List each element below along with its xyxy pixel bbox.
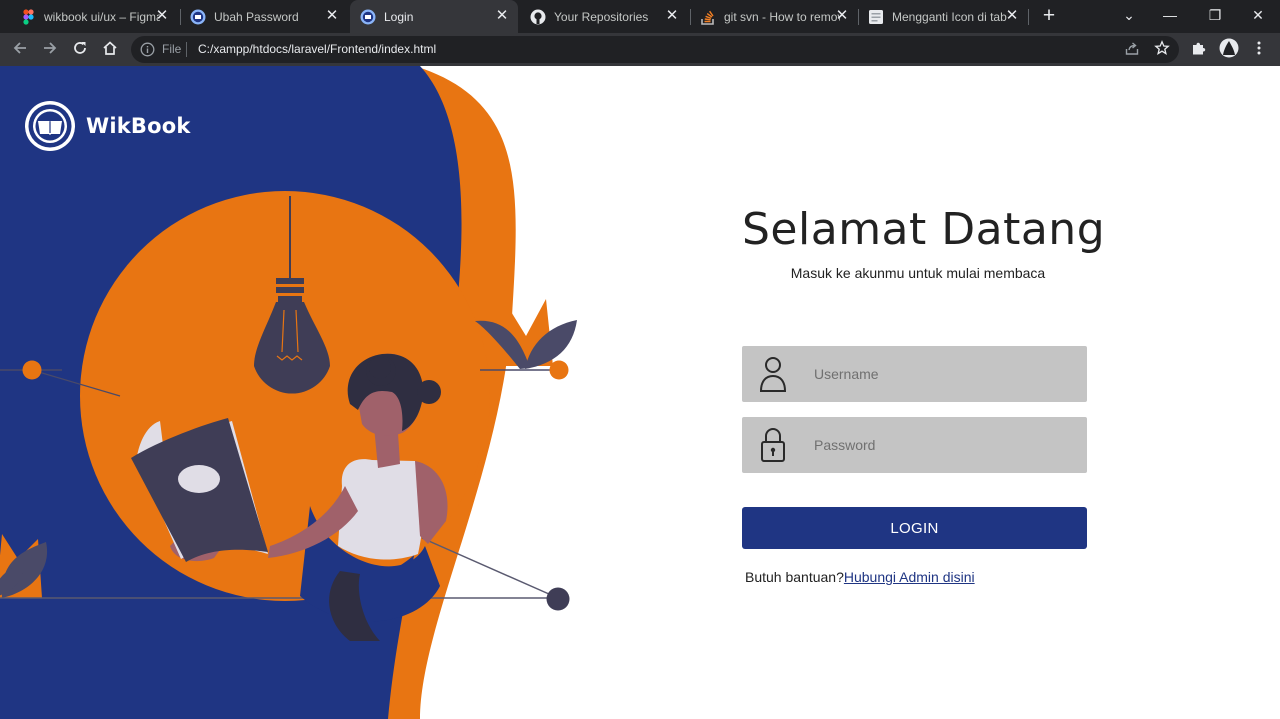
url-scheme-label: File [162, 42, 182, 56]
tab-login[interactable]: Login ✕ [350, 0, 518, 33]
tab-divider [1028, 9, 1029, 25]
tab-your-repositories[interactable]: Your Repositories ✕ [520, 0, 688, 33]
url-text[interactable]: C:/xampp/htdocs/laravel/Frontend/index.h… [198, 42, 436, 56]
tab-title: wikbook ui/ux – Figma [44, 9, 160, 24]
tab-close-button[interactable]: ✕ [834, 8, 850, 24]
browser-toolbar: File C:/xampp/htdocs/laravel/Frontend/in… [0, 33, 1280, 66]
puzzle-icon [1191, 40, 1207, 61]
tab-ubah-password[interactable]: Ubah Password ✕ [180, 0, 348, 33]
contact-admin-link[interactable]: Hubungi Admin disini [844, 569, 975, 585]
wikbook-favicon-icon [190, 9, 206, 25]
figma-icon [20, 8, 36, 25]
tab-close-button[interactable]: ✕ [494, 8, 510, 24]
reading-illustration [0, 66, 577, 719]
tab-title: Ubah Password [214, 9, 299, 24]
brand-name: WikBook [86, 114, 191, 138]
forward-button[interactable] [38, 38, 62, 62]
minimize-button[interactable]: — [1158, 4, 1182, 26]
username-input[interactable] [802, 346, 1077, 402]
kebab-menu-icon [1251, 40, 1267, 61]
arrow-right-icon [42, 40, 58, 61]
username-field [742, 346, 1087, 402]
restore-button[interactable]: ❐ [1203, 4, 1227, 26]
bookmark-button[interactable] [1150, 38, 1174, 62]
login-page: WikBook Selamat Datang Masuk ke akunmu u… [0, 66, 1280, 719]
home-button[interactable] [98, 38, 122, 62]
tab-git-svn[interactable]: git svn - How to remove ✕ [690, 0, 858, 33]
tab-mengganti-icon[interactable]: Mengganti Icon di tab ✕ [858, 0, 1028, 33]
tab-title: Mengganti Icon di tab [892, 9, 1007, 24]
tab-close-button[interactable]: ✕ [154, 8, 170, 24]
brand: WikBook [24, 100, 191, 152]
wikbook-logo-icon [25, 101, 75, 151]
page-title: Selamat Datang [742, 204, 1106, 255]
arrow-left-icon [12, 40, 28, 61]
tab-title: Your Repositories [554, 9, 649, 24]
browser-menu-button[interactable] [1247, 38, 1271, 62]
password-input[interactable] [802, 417, 1077, 473]
share-button[interactable] [1120, 38, 1144, 62]
avatar [1219, 38, 1239, 63]
stackoverflow-icon [700, 9, 716, 25]
wikbook-favicon-icon [360, 9, 376, 25]
password-field [742, 417, 1087, 473]
lock-icon [761, 428, 785, 462]
user-icon [759, 357, 787, 392]
help-prefix: Butuh bantuan? [745, 569, 844, 585]
page-icon [868, 9, 884, 25]
github-icon [530, 9, 546, 25]
reload-button[interactable] [68, 38, 92, 62]
omnibox-divider [186, 42, 187, 57]
page-subtitle: Masuk ke akunmu untuk mulai membaca [790, 265, 1046, 281]
home-icon [102, 40, 118, 61]
tab-close-button[interactable]: ✕ [1004, 8, 1020, 24]
back-button[interactable] [8, 38, 32, 62]
reload-icon [72, 40, 88, 61]
login-button[interactable]: LOGIN [742, 507, 1087, 549]
star-icon [1154, 39, 1170, 61]
tab-close-button[interactable]: ✕ [324, 8, 340, 24]
tab-figma[interactable]: wikbook ui/ux – Figma ✕ [10, 0, 178, 33]
browser-tab-bar: wikbook ui/ux – Figma ✕ Ubah Password ✕ … [0, 0, 1280, 33]
profile-button[interactable] [1217, 38, 1241, 62]
tab-search-button[interactable]: ⌄ [1117, 4, 1141, 26]
tab-title: Login [384, 9, 414, 24]
address-bar[interactable]: File C:/xampp/htdocs/laravel/Frontend/in… [131, 36, 1179, 63]
info-icon[interactable] [140, 42, 155, 57]
share-icon [1124, 40, 1140, 61]
help-text: Butuh bantuan?Hubungi Admin disini [745, 569, 975, 585]
tab-close-button[interactable]: ✕ [664, 8, 680, 24]
tab-title: git svn - How to remove [724, 9, 840, 24]
new-tab-button[interactable]: + [1038, 4, 1060, 28]
extensions-button[interactable] [1187, 38, 1211, 62]
close-window-button[interactable]: ✕ [1246, 4, 1270, 26]
